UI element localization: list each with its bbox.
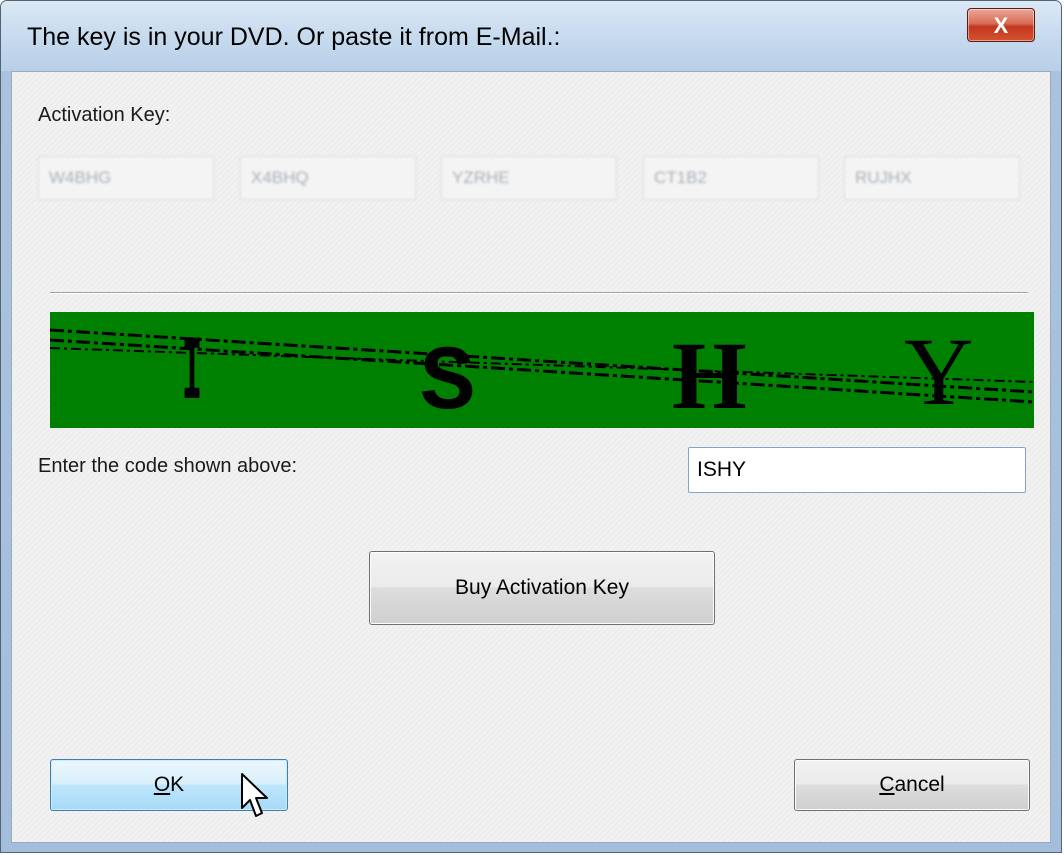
code-entry-label: Enter the code shown above: [38,455,298,477]
separator [50,292,1028,294]
activation-key-field-1[interactable]: W4BHG [38,156,214,200]
window-title: The key is in your DVD. Or paste it from… [27,23,561,51]
activation-key-field-2[interactable]: X4BHQ [240,156,416,200]
activation-key-field-4[interactable]: CT1B2 [643,156,819,200]
cancel-button[interactable]: Cancel [794,759,1030,811]
captcha-image: I S H Y [50,312,1034,428]
captcha-code-input[interactable]: ISHY [688,447,1026,493]
activation-key-label: Activation Key: [38,104,171,126]
close-button[interactable]: X [967,8,1035,42]
activation-dialog: The key is in your DVD. Or paste it from… [0,0,1062,853]
captcha-char-3: H [672,322,747,428]
activation-key-field-3[interactable]: YZRHE [441,156,617,200]
title-bar[interactable]: The key is in your DVD. Or paste it from… [1,1,1061,71]
captcha-char-2: S [420,331,475,428]
captcha-char-4: Y [904,318,973,425]
buy-activation-key-button[interactable]: Buy Activation Key [369,551,715,625]
ok-mnemonic: O [153,773,171,796]
cancel-mnemonic: C [879,773,895,796]
mouse-pointer-icon [241,773,268,817]
captcha-char-1: I [182,321,202,426]
dialog-body: Activation Key: W4BHG X4BHQ YZRHE CT1B2 … [11,71,1051,843]
ok-label-rest: K [170,773,185,796]
cancel-label-rest: ancel [894,773,945,796]
activation-key-field-5[interactable]: RUJHX [844,156,1020,200]
